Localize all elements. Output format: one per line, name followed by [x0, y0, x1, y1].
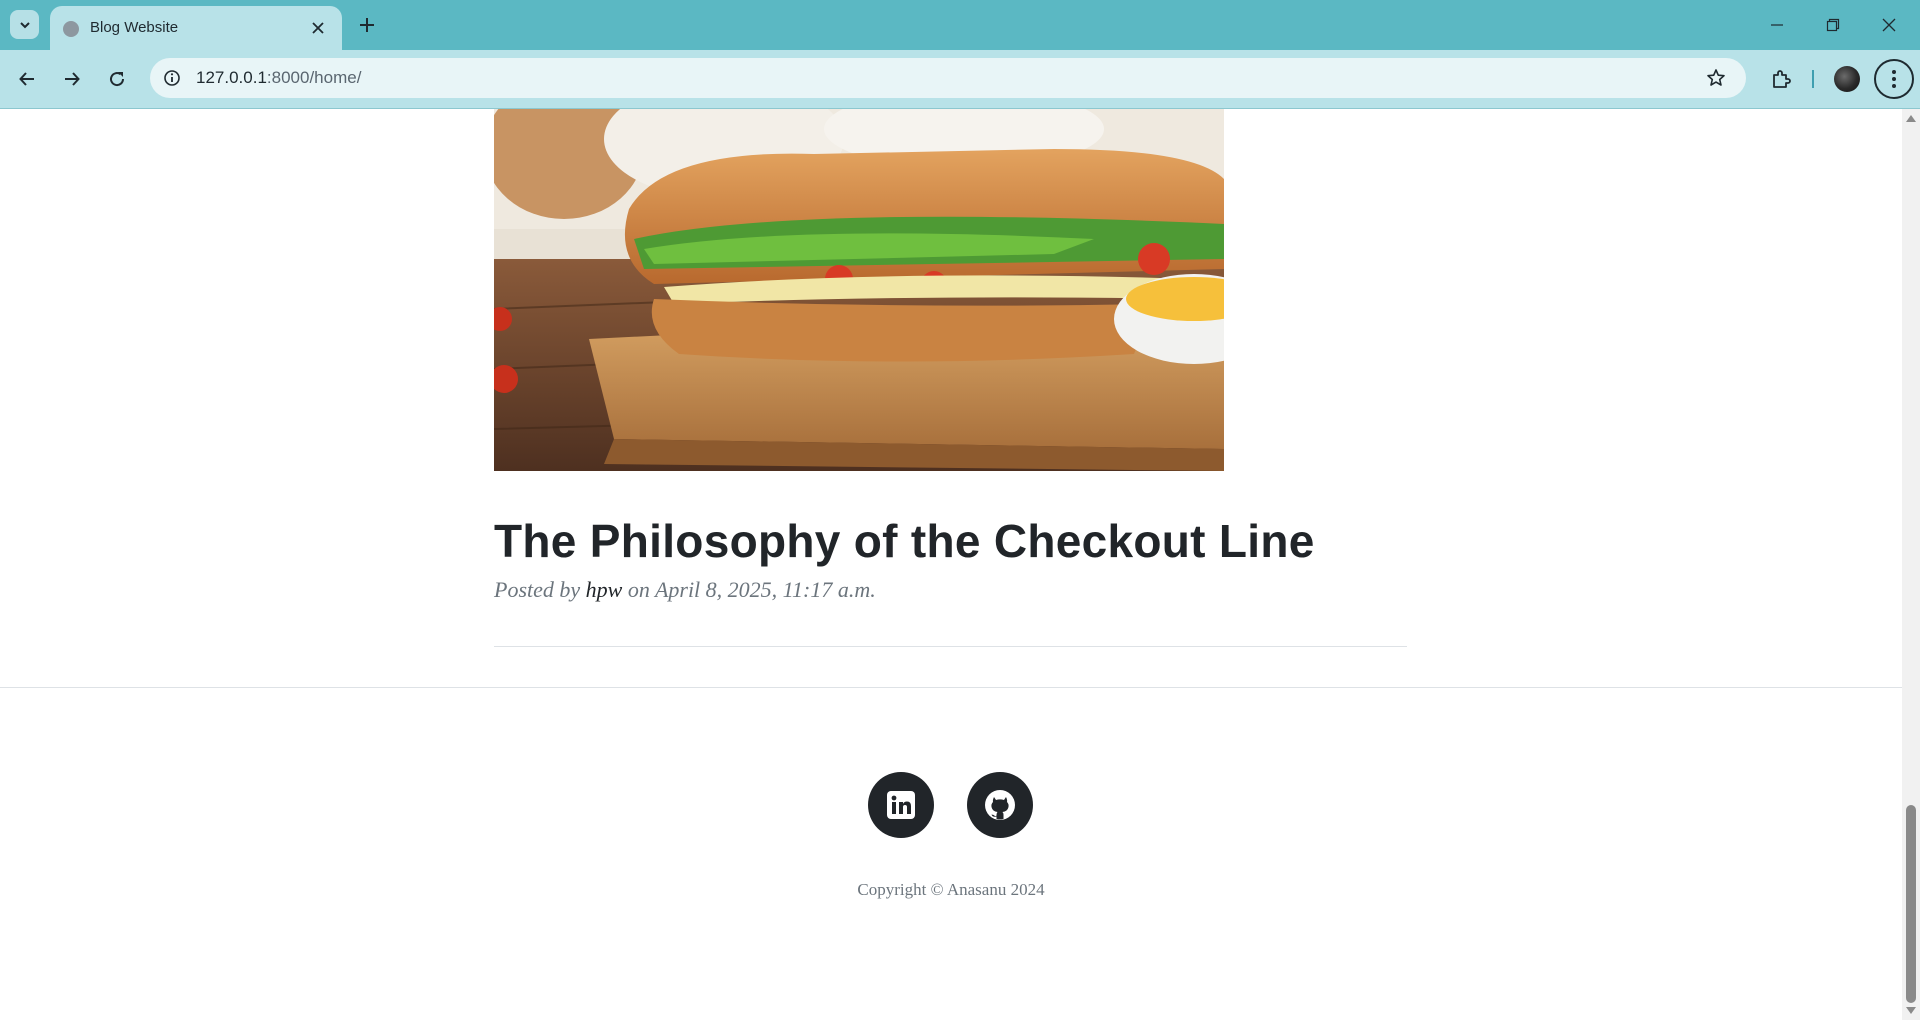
scroll-up-icon[interactable] — [1906, 115, 1916, 122]
page-viewport: The Philosophy of the Checkout Line Post… — [0, 109, 1902, 1020]
chevron-down-icon — [19, 21, 30, 28]
github-icon — [985, 790, 1015, 820]
reload-button[interactable] — [101, 63, 133, 95]
browser-menu-button[interactable] — [1874, 59, 1914, 99]
page-scrollbar[interactable] — [1902, 109, 1920, 1020]
url-host: 127.0.0.1 — [196, 68, 267, 87]
post-title[interactable]: The Philosophy of the Checkout Line — [494, 514, 1315, 568]
scroll-thumb[interactable] — [1906, 805, 1916, 1003]
restore-icon — [1826, 18, 1840, 32]
tab-blog-website[interactable]: Blog Website — [50, 6, 342, 50]
info-icon — [164, 70, 180, 86]
post-author-link[interactable]: hpw — [586, 577, 623, 602]
kebab-menu-icon — [1892, 70, 1896, 88]
extensions-button[interactable] — [1765, 63, 1797, 95]
post-divider — [494, 646, 1407, 647]
plus-icon — [360, 18, 374, 32]
minimize-icon — [1771, 24, 1783, 26]
browser-toolbar: 127.0.0.1:8000/home/ — [0, 50, 1920, 109]
scroll-down-icon[interactable] — [1906, 1007, 1916, 1014]
post-meta: Posted by hpw on April 8, 2025, 11:17 a.… — [494, 577, 876, 603]
back-button[interactable] — [11, 63, 43, 95]
bookmark-button[interactable] — [1704, 66, 1728, 90]
close-window-button[interactable] — [1866, 8, 1912, 42]
profile-avatar[interactable] — [1834, 66, 1860, 92]
toolbar-separator — [1812, 70, 1814, 88]
linkedin-link[interactable] — [868, 772, 934, 838]
restore-button[interactable] — [1810, 8, 1856, 42]
sandwich-illustration — [494, 109, 1224, 471]
new-tab-button[interactable] — [352, 10, 382, 40]
post-meta-prefix: Posted by — [494, 577, 581, 602]
post-image-sandwich[interactable] — [494, 109, 1224, 471]
tab-title: Blog Website — [90, 19, 179, 36]
minimize-button[interactable] — [1754, 8, 1800, 42]
tab-close-button[interactable] — [306, 16, 330, 40]
puzzle-icon — [1773, 70, 1791, 88]
address-bar[interactable]: 127.0.0.1:8000/home/ — [150, 58, 1746, 98]
arrow-left-icon — [19, 72, 34, 86]
url-path: :8000/home/ — [266, 68, 362, 87]
site-info-button[interactable] — [160, 66, 184, 90]
star-icon — [1707, 69, 1725, 86]
close-icon — [1882, 18, 1896, 32]
footer-divider — [0, 687, 1902, 688]
url-text: 127.0.0.1:8000/home/ — [196, 68, 361, 88]
linkedin-icon — [887, 791, 915, 819]
tab-search-button[interactable] — [10, 10, 39, 39]
globe-icon — [63, 21, 79, 37]
forward-button[interactable] — [56, 63, 88, 95]
tab-strip: Blog Website — [0, 0, 1920, 50]
copyright-text: Copyright © Anasanu 2024 — [857, 880, 1045, 899]
close-icon — [312, 22, 324, 34]
arrow-right-icon — [65, 72, 80, 86]
reload-icon — [110, 72, 125, 87]
post-meta-date: on April 8, 2025, 11:17 a.m. — [627, 577, 876, 602]
github-link[interactable] — [967, 772, 1033, 838]
